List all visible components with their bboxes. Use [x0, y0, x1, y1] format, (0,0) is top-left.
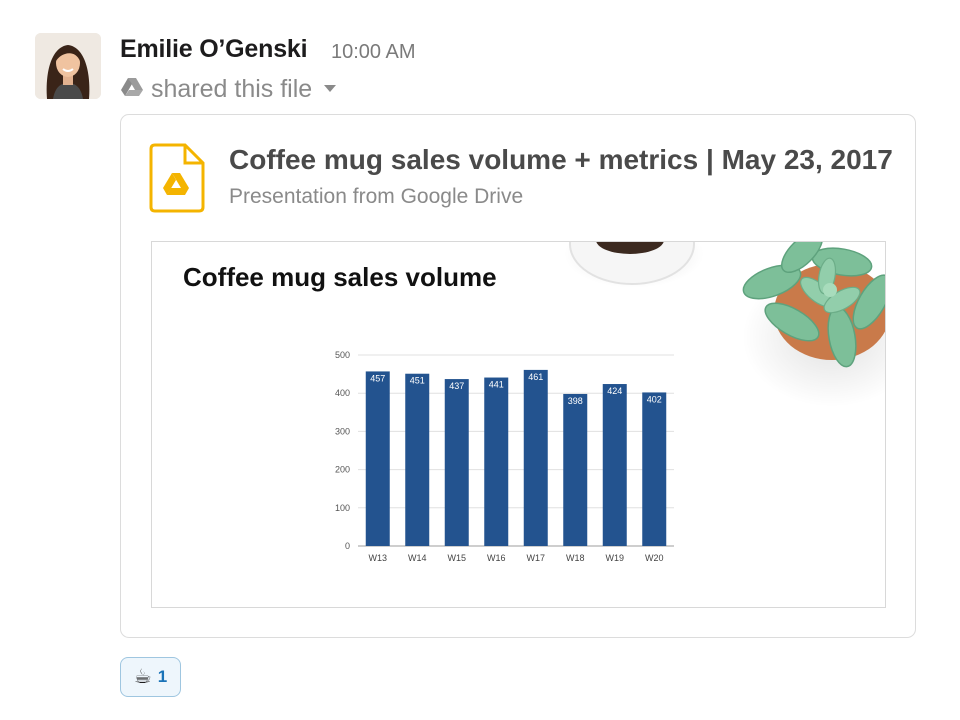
author-name[interactable]: Emilie O’Genski	[120, 35, 308, 64]
reaction-count: 1	[157, 667, 168, 686]
bar	[642, 392, 667, 546]
x-tick-label: W19	[605, 553, 624, 563]
data-label: 402	[647, 394, 662, 404]
y-tick-label: 300	[335, 426, 350, 436]
bar	[444, 379, 469, 546]
file-subtitle: Presentation from Google Drive	[229, 185, 524, 208]
y-tick-label: 500	[335, 350, 350, 360]
x-tick-label: W14	[408, 553, 427, 563]
google-drive-icon[interactable]	[149, 143, 205, 218]
bar	[405, 373, 430, 546]
data-label: 424	[607, 386, 622, 396]
bar	[563, 393, 588, 546]
shared-action-text: shared this file	[151, 74, 313, 103]
bar	[484, 377, 509, 546]
x-tick-label: W18	[566, 553, 585, 563]
google-drive-icon	[121, 77, 143, 102]
shared-file-menu[interactable]: shared this file	[121, 74, 337, 104]
data-label: 441	[489, 380, 504, 390]
bar	[523, 369, 548, 546]
bar	[365, 371, 390, 546]
bar-chart: 0 100 200 300 400 500 457 W13 451 W14 437 W15 441 W16…	[335, 350, 674, 563]
file-title-link[interactable]: Coffee mug sales volume + metrics | May …	[229, 144, 893, 176]
data-label: 437	[449, 381, 464, 391]
x-tick-label: W15	[447, 553, 466, 563]
x-tick-label: W17	[526, 553, 545, 563]
message-timestamp[interactable]: 10:00 AM	[331, 41, 416, 64]
slide-preview[interactable]: Coffee mug sales volume 0 100 200 300 400 500…	[151, 241, 886, 608]
coffee-emoji: ☕	[133, 666, 152, 688]
x-tick-label: W20	[645, 553, 664, 563]
x-tick-label: W13	[368, 553, 387, 563]
y-tick-label: 100	[335, 503, 350, 513]
data-label: 461	[528, 372, 543, 382]
reaction-button[interactable]: ☕ 1	[120, 657, 181, 697]
y-tick-label: 400	[335, 388, 350, 398]
bar	[602, 384, 627, 546]
data-label: 398	[568, 396, 583, 406]
y-tick-label: 0	[345, 541, 350, 551]
chevron-down-icon[interactable]	[324, 80, 337, 98]
avatar[interactable]	[35, 33, 101, 99]
data-label: 457	[370, 373, 385, 383]
y-tick-label: 200	[335, 465, 350, 475]
x-tick-label: W16	[487, 553, 506, 563]
data-label: 451	[410, 376, 425, 386]
user-avatar-photo	[35, 33, 101, 99]
